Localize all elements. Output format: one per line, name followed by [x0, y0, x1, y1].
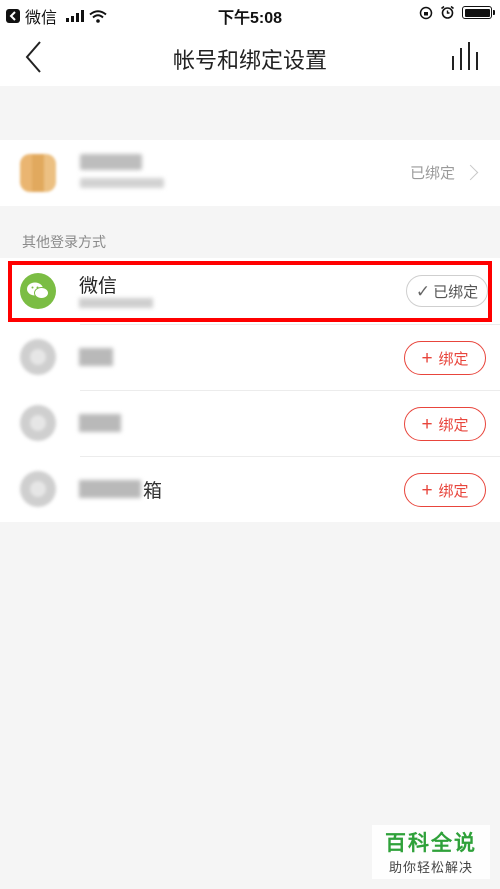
battery-icon	[462, 6, 495, 19]
rotation-lock-icon	[419, 6, 433, 19]
account-id-blurred	[80, 178, 164, 188]
plus-icon: +	[421, 479, 433, 501]
list-item-method-4[interactable]: 箱 + 绑定	[0, 456, 500, 522]
watermark-subtitle: 助你轻松解决	[388, 860, 473, 875]
bind-button[interactable]: + 绑定	[404, 473, 486, 507]
account-name-blurred	[80, 154, 142, 170]
blurred-icon	[20, 405, 56, 441]
method-name-suffix: 箱	[143, 481, 163, 502]
bind-label: 绑定	[438, 416, 469, 434]
alarm-icon	[441, 5, 454, 19]
blurred-icon	[20, 471, 56, 507]
blurred-icon	[20, 339, 56, 375]
status-right	[419, 5, 495, 20]
account-bound-label: 已绑定	[409, 165, 455, 182]
plus-icon: +	[421, 347, 433, 369]
method-name-blurred	[79, 348, 113, 366]
bind-label: 绑定	[438, 482, 469, 500]
bind-label: 绑定	[438, 350, 469, 368]
list-item-method-2[interactable]: + 绑定	[0, 324, 500, 390]
login-methods-list: 微信 ✓ 已绑定 + 绑定 + 绑定 箱 + 绑定	[0, 258, 500, 522]
list-item-method-3[interactable]: + 绑定	[0, 390, 500, 456]
account-card[interactable]: 已绑定	[0, 140, 500, 206]
wechat-nickname-blurred	[79, 298, 153, 308]
avatar	[20, 154, 56, 192]
wechat-bound-label: 已绑定	[433, 283, 479, 301]
watermark-logo: 百科全说 助你轻松解决	[372, 825, 490, 879]
section-label: 其他登录方式	[22, 234, 106, 250]
bar-stats-icon[interactable]	[450, 40, 482, 72]
wechat-bound-button[interactable]: ✓ 已绑定	[406, 275, 488, 307]
plus-icon: +	[421, 413, 433, 435]
chevron-right-icon	[462, 164, 479, 181]
wechat-label: 微信	[79, 276, 118, 297]
watermark-title: 百科全说	[385, 832, 477, 855]
method-name-blurred	[79, 414, 121, 432]
check-icon: ✓	[415, 281, 431, 301]
page-title: 帐号和绑定设置	[172, 48, 327, 73]
status-bar: 微信 下午5:08	[0, 0, 500, 28]
list-item-wechat[interactable]: 微信 ✓ 已绑定	[0, 258, 500, 324]
nav-bar: 帐号和绑定设置	[0, 28, 500, 86]
bind-button[interactable]: + 绑定	[404, 341, 486, 375]
method-name-blurred	[79, 480, 141, 498]
wechat-icon	[20, 273, 56, 309]
bind-button[interactable]: + 绑定	[404, 407, 486, 441]
account-bound-status[interactable]: 已绑定	[410, 162, 480, 183]
